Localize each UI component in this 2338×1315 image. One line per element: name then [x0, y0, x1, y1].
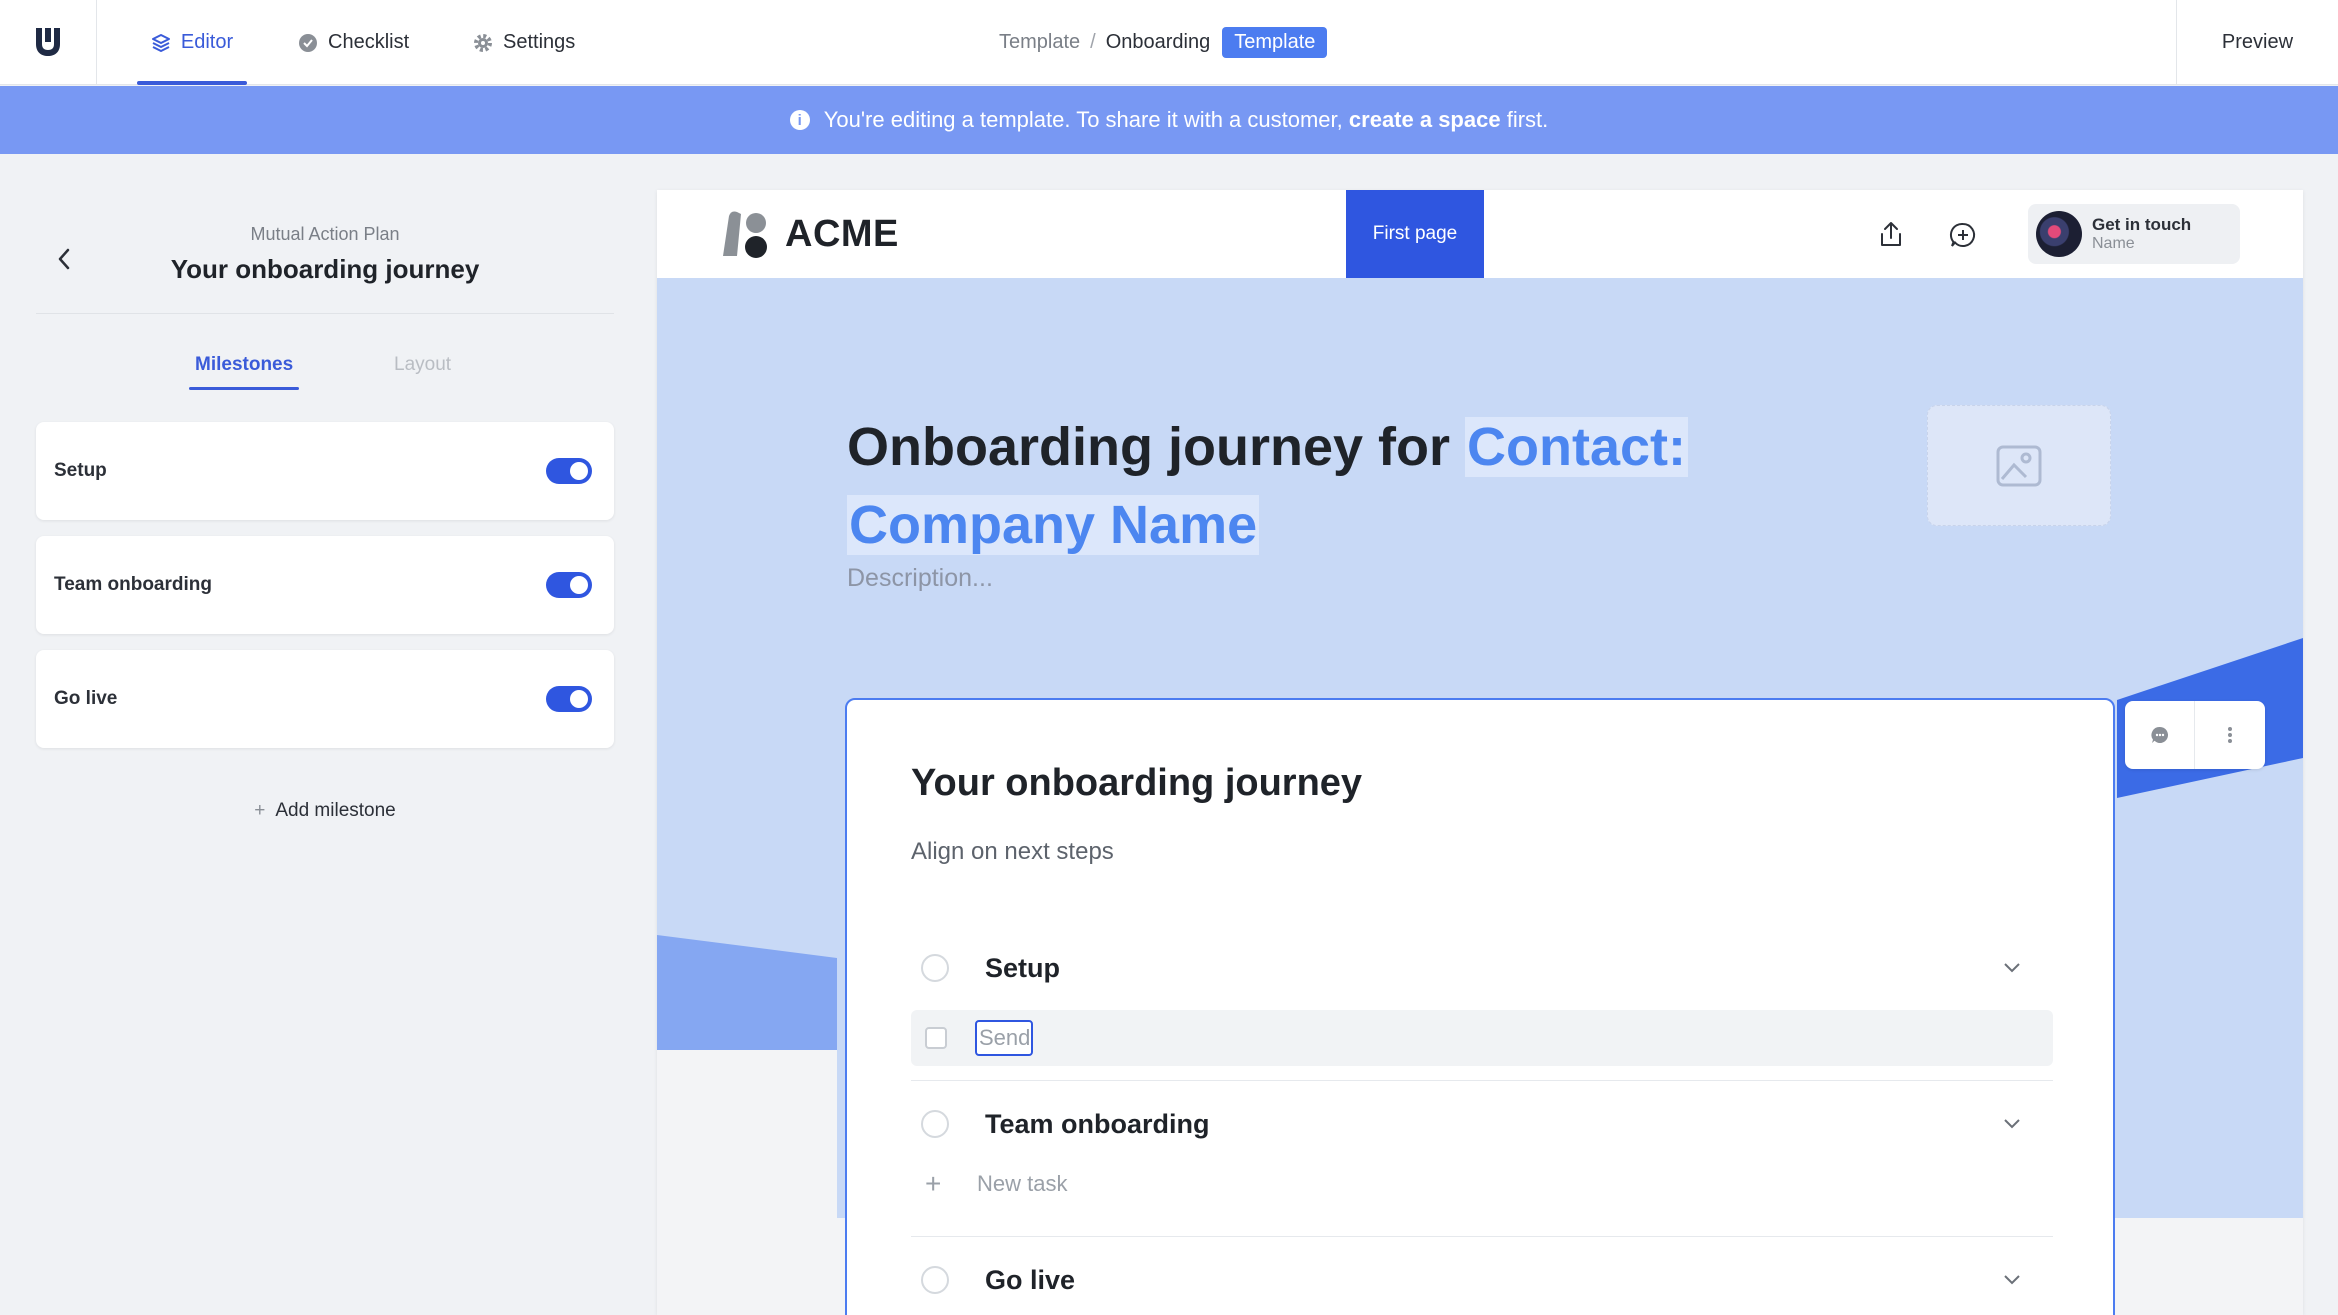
- milestone-row-go-live[interactable]: Go live: [911, 1250, 2053, 1310]
- info-icon: i: [789, 110, 810, 130]
- banner-text-after: first.: [1506, 107, 1549, 132]
- milestone-row-setup[interactable]: Setup: [911, 938, 2053, 998]
- divider: [911, 1080, 2053, 1081]
- milestone-row-team-onboarding[interactable]: Team onboarding: [911, 1094, 2053, 1154]
- milestone-card-setup[interactable]: Setup: [36, 422, 614, 520]
- chevron-down-icon[interactable]: [2001, 956, 2023, 978]
- tab-checklist-label: Checklist: [328, 31, 410, 53]
- app-logo[interactable]: [0, 0, 97, 85]
- banner-text: You're editing a template. To share it w…: [824, 107, 1549, 133]
- milestone-status-circle[interactable]: [921, 954, 949, 982]
- task-input[interactable]: Send: [975, 1020, 1033, 1056]
- hero-title-prefix: Onboarding journey for: [847, 417, 1450, 477]
- tab-settings[interactable]: Settings: [473, 0, 575, 85]
- new-task-button[interactable]: + New task: [911, 1168, 1067, 1200]
- breadcrumb-separator: /: [1090, 31, 1096, 53]
- contact-name: Name: [2092, 235, 2135, 252]
- gear-icon: [474, 33, 492, 52]
- image-icon: [1996, 445, 2042, 486]
- card-subtitle[interactable]: Align on next steps: [911, 838, 1114, 866]
- brand-logo[interactable]: ACME: [719, 208, 899, 260]
- milestones-card: Your onboarding journey Align on next st…: [845, 698, 2115, 1315]
- chevron-down-icon[interactable]: [2001, 1268, 2023, 1290]
- milestone-toggle[interactable]: [546, 686, 592, 712]
- contact-title: Get in touch: [2092, 215, 2192, 234]
- add-milestone-button[interactable]: + Add milestone: [0, 800, 650, 822]
- check-circle-icon: [299, 33, 317, 52]
- milestone-toggle[interactable]: [546, 458, 592, 484]
- comment-button[interactable]: [2125, 701, 2195, 769]
- banner-text-before: You're editing a template. To share it w…: [823, 107, 1343, 132]
- breadcrumb: Template / Onboarding Template: [999, 0, 1328, 85]
- tab-milestones[interactable]: Milestones: [188, 354, 300, 390]
- kebab-icon: [2228, 727, 2232, 743]
- milestone-label: Setup: [54, 460, 107, 481]
- avatar: [2036, 211, 2082, 257]
- page-header: ACME First page Get in touch Name: [657, 190, 2303, 278]
- acme-logo-icon: [723, 211, 767, 258]
- tab-layout[interactable]: Layout: [394, 354, 451, 376]
- contact-variable[interactable]: Contact:: [1465, 417, 1688, 477]
- more-options-button[interactable]: [2195, 701, 2265, 769]
- get-in-touch-button[interactable]: Get in touch Name: [2028, 204, 2240, 264]
- task-row: Send: [911, 1010, 2053, 1066]
- milestone-status-circle[interactable]: [921, 1110, 949, 1138]
- template-banner: i You're editing a template. To share it…: [0, 86, 2338, 154]
- task-checkbox[interactable]: [925, 1027, 947, 1049]
- milestone-label: Go live: [54, 688, 118, 709]
- app-logo-icon: [36, 27, 60, 56]
- milestone-label: Team onboarding: [54, 574, 212, 595]
- tab-editor-label: Editor: [180, 31, 234, 53]
- panel-title: Your onboarding journey: [170, 254, 480, 284]
- section-tools: [2125, 701, 2265, 769]
- plus-icon: +: [254, 800, 266, 821]
- layers-icon: [151, 33, 170, 52]
- divider: [911, 1236, 2053, 1237]
- chevron-down-icon[interactable]: [2001, 1112, 2023, 1134]
- breadcrumb-current: Onboarding: [1105, 31, 1211, 53]
- left-panel: Mutual Action Plan Your onboarding journ…: [0, 154, 650, 1315]
- hero-title[interactable]: Onboarding journey for Contact: Company …: [847, 408, 1747, 564]
- milestone-name: Go live: [985, 1264, 1076, 1295]
- comment-icon: [2150, 726, 2168, 743]
- milestone-status-circle[interactable]: [921, 1266, 949, 1294]
- milestone-card-team-onboarding[interactable]: Team onboarding: [36, 536, 614, 634]
- image-placeholder[interactable]: [1927, 405, 2111, 526]
- milestone-card-go-live[interactable]: Go live: [36, 650, 614, 748]
- breadcrumb-root[interactable]: Template: [999, 31, 1080, 54]
- plus-icon: +: [925, 1168, 942, 1199]
- add-milestone-label: Add milestone: [275, 800, 396, 821]
- tab-checklist[interactable]: Checklist: [298, 0, 409, 85]
- add-comment-icon[interactable]: [1948, 220, 1978, 250]
- tab-settings-label: Settings: [503, 31, 576, 53]
- card-title[interactable]: Your onboarding journey: [911, 762, 1362, 805]
- create-space-link[interactable]: create a space: [1349, 107, 1501, 132]
- nav-first-page[interactable]: First page: [1346, 190, 1484, 278]
- preview-label: Preview: [2221, 31, 2294, 53]
- template-badge: Template: [1222, 27, 1328, 58]
- milestone-name: Team onboarding: [985, 1108, 1210, 1139]
- hero-description[interactable]: Description...: [847, 564, 993, 593]
- page-canvas: ACME First page Get in touch Name Onboar…: [657, 190, 2303, 1315]
- new-task-label: New task: [977, 1171, 1068, 1196]
- brand-name: ACME: [785, 212, 899, 255]
- top-bar: Editor Checklist Settings Template / Onb…: [0, 0, 2338, 85]
- milestone-name: Setup: [985, 952, 1061, 983]
- preview-button[interactable]: Preview: [2176, 0, 2338, 85]
- company-name-variable[interactable]: Company Name: [847, 495, 1260, 555]
- milestone-toggle[interactable]: [546, 572, 592, 598]
- share-icon[interactable]: [1876, 220, 1906, 250]
- panel-divider: [36, 313, 614, 314]
- panel-subtitle: Mutual Action Plan: [250, 224, 400, 244]
- tab-editor[interactable]: Editor: [137, 0, 247, 85]
